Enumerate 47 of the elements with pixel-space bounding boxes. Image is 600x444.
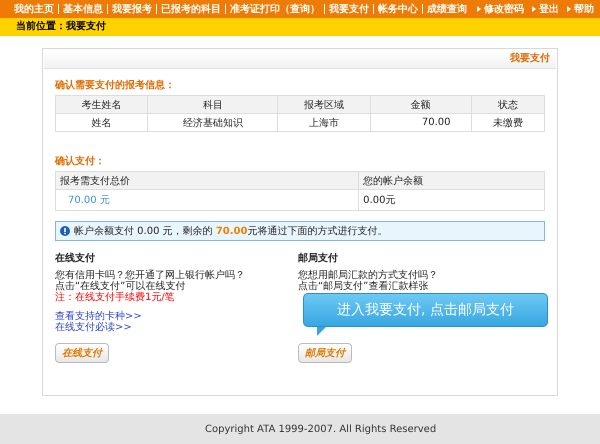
notice-text: 帐户余额支付 0.00 元，剩余的 70.00元将通过下面的方式进行支付。 <box>74 224 388 238</box>
arrow-icon <box>532 6 536 12</box>
fee-note: 注：在线支付手续费1元/笔 <box>55 292 176 303</box>
column-header: 报考需支付总价 <box>56 172 359 190</box>
table-cell: 上海市 <box>278 114 370 132</box>
nav-link[interactable]: 帐务中心 <box>378 2 418 16</box>
description-text: 您想用邮局汇款的方式支付吗？ <box>298 270 438 281</box>
panel-title: 我要支付 <box>510 53 550 64</box>
method-title: 在线支付 <box>55 252 95 265</box>
section-heading: 确认支付： <box>55 154 106 168</box>
callout-tooltip: 进入我要支付, 点击邮局支付 <box>303 293 548 336</box>
nav-link[interactable]: 登出 <box>539 2 559 16</box>
table-cell: 0.00元 <box>358 190 544 210</box>
nav-link[interactable]: 成绩查询 <box>427 2 467 16</box>
nav-link[interactable]: 已报考的科目 <box>161 2 221 16</box>
description-text: 您有信用卡吗？您开通了网上银行帐户吗？ <box>55 270 245 281</box>
method-title: 邮局支付 <box>298 252 338 265</box>
arrow-icon <box>477 6 481 12</box>
column-header: 状态 <box>471 96 544 114</box>
breadcrumb: 当前位置：我要支付 <box>0 18 600 36</box>
column-header: 您的帐户余额 <box>358 172 544 190</box>
nav-link[interactable]: 我要报考 <box>112 2 152 16</box>
nav-link[interactable]: 准考证打印（查询） <box>230 2 320 16</box>
pay-button[interactable]: 在线支付 <box>55 343 109 363</box>
table-cell: 姓名 <box>56 114 148 132</box>
copyright-text: Copyright ATA 1999-2007. All Rights Reserved <box>205 424 436 434</box>
table-cell: 70.00 <box>370 114 472 132</box>
description-text: 点击“邮局支付”查看汇款样张 <box>298 281 430 292</box>
pay-button[interactable]: 邮局支付 <box>298 343 352 363</box>
nav-link[interactable]: 基本信息 <box>63 2 103 16</box>
arrow-icon <box>567 6 571 12</box>
info-icon <box>60 226 70 236</box>
nav-link[interactable]: 帮助 <box>574 2 594 16</box>
link[interactable]: 查看支持的卡种>> <box>55 311 142 322</box>
description-text: 点击“在线支付”可以在线支付 <box>55 281 186 292</box>
column-header: 金额 <box>370 96 472 114</box>
table-cell: 经济基础知识 <box>148 114 278 132</box>
link[interactable]: 在线支付必读>> <box>55 322 142 333</box>
column-header: 报考区域 <box>278 96 370 114</box>
section-heading: 确认需要支付的报考信息： <box>55 78 176 92</box>
table-cell: 未缴费 <box>471 114 544 132</box>
column-header: 考生姓名 <box>56 96 148 114</box>
nav-link[interactable]: 我要支付 <box>329 2 369 16</box>
table-cell: 70.00 元 <box>56 190 359 210</box>
column-header: 科目 <box>148 96 278 114</box>
nav-link[interactable]: 修改密码 <box>484 2 524 16</box>
nav-link[interactable]: 我的主页 <box>14 2 54 16</box>
